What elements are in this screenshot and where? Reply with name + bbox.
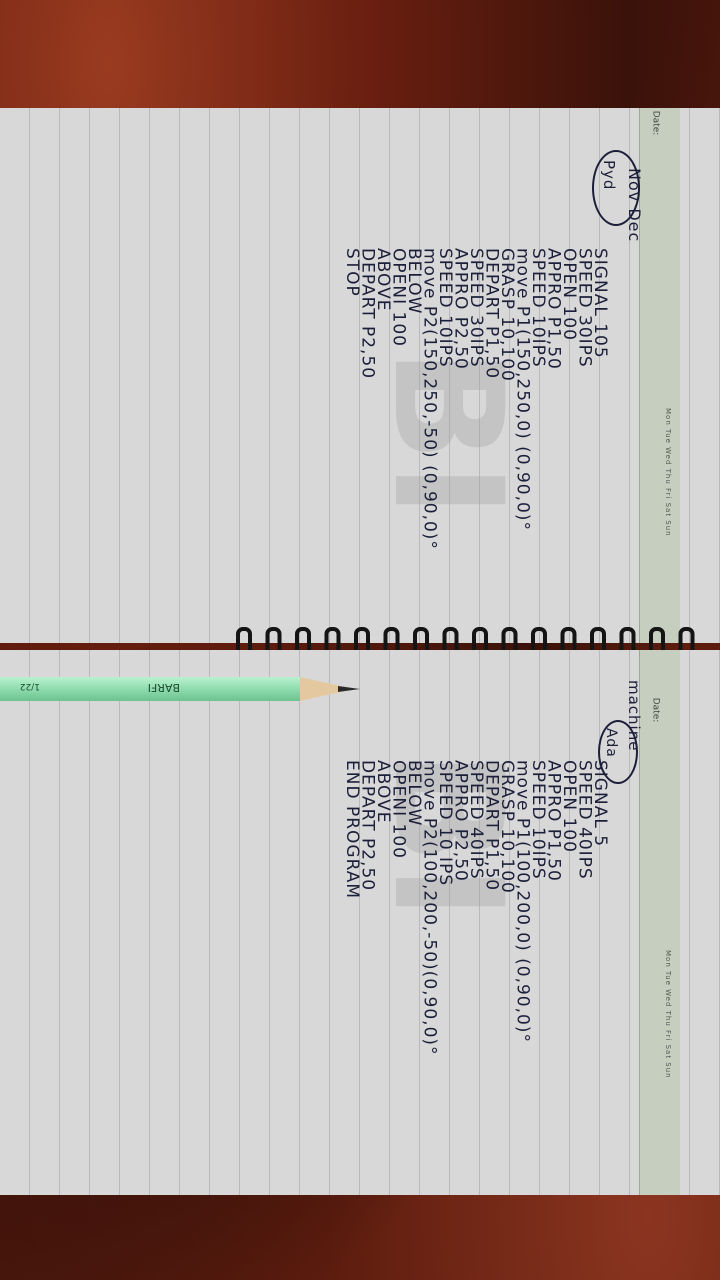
pencil-code: 1/22	[20, 681, 40, 691]
tag-label: Pyd	[600, 160, 618, 191]
notebook-page-bottom: Date: Mon Tue Wed Thu Fri Sat Sun BI mac…	[0, 650, 720, 1195]
pencil-brand: BARFI	[148, 681, 180, 694]
date-label: Date:	[650, 110, 661, 136]
date-header-band	[639, 108, 680, 643]
pencil-lead	[338, 686, 360, 692]
pencil: BARFI 1/22	[0, 677, 360, 701]
tag-label: Ada	[603, 728, 619, 758]
code-line: END PROGRAM	[342, 760, 362, 899]
weekday-row: Mon Tue Wed Thu Fri Sat Sun	[664, 408, 672, 537]
notebook-page-top: Date: Mon Tue Wed Thu Fri Sat Sun BI Nov…	[0, 108, 720, 643]
code-line: STOP	[342, 248, 362, 297]
date-header-band	[639, 650, 680, 1195]
weekday-row: Mon Tue Wed Thu Fri Sat Sun	[664, 950, 672, 1079]
date-label: Date:	[650, 697, 661, 723]
